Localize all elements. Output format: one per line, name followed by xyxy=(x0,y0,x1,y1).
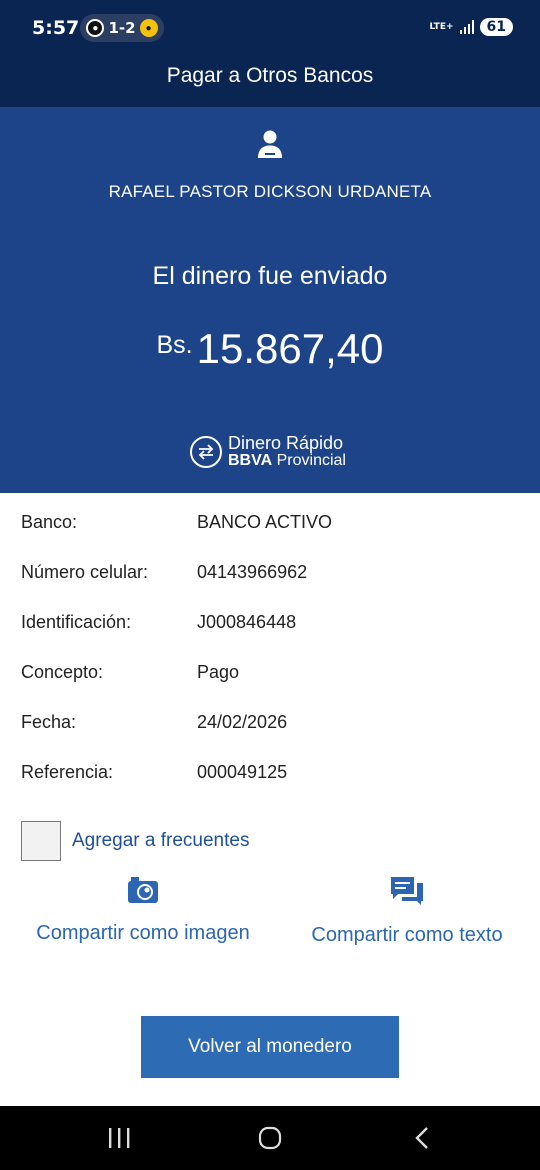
battery-level: 61 xyxy=(479,18,513,36)
detail-row: Concepto: Pago xyxy=(0,643,540,682)
detail-label: Concepto: xyxy=(21,662,104,682)
detail-row: Referencia: 000049125 xyxy=(0,743,540,782)
detail-label: Número celular: xyxy=(21,562,149,582)
detail-value: 000049125 xyxy=(197,762,288,782)
transfer-arrows-icon xyxy=(190,436,222,468)
frequent-checkbox[interactable] xyxy=(21,821,61,861)
back-icon[interactable] xyxy=(410,1124,434,1152)
live-score-notification: ● 1-2 ● xyxy=(80,14,164,42)
detail-label: Fecha: xyxy=(21,712,77,732)
brand-bank-sub: Provincial xyxy=(276,452,346,469)
detail-value: J000846448 xyxy=(197,612,297,632)
page-title: Pagar a Otros Bancos xyxy=(166,64,374,87)
add-to-frequent[interactable]: Agregar a frecuentes xyxy=(21,821,249,861)
app-header: Pagar a Otros Bancos xyxy=(0,56,540,107)
back-to-wallet-button[interactable]: Volver al monedero xyxy=(141,1016,399,1078)
user-icon xyxy=(258,130,282,158)
detail-label: Identificación: xyxy=(21,612,132,632)
camera-icon xyxy=(128,877,158,903)
match-score: 1-2 xyxy=(108,19,136,37)
detail-value: 04143966962 xyxy=(197,562,308,582)
recipient-name: RAFAEL PASTOR DICKSON URDANETA xyxy=(108,182,432,201)
home-icon[interactable] xyxy=(256,1124,284,1152)
recent-apps-icon[interactable] xyxy=(106,1124,132,1152)
currency-label: Bs. xyxy=(156,331,193,359)
detail-label: Banco: xyxy=(21,512,78,532)
detail-row: Número celular: 04143966962 xyxy=(0,543,540,582)
brand-logo: Dinero Rápido BBVA Provincial xyxy=(190,433,346,469)
detail-value: Pago xyxy=(197,662,240,682)
share-as-image-button[interactable]: Compartir como imagen xyxy=(26,876,260,945)
chat-bubbles-icon xyxy=(391,877,423,905)
brand-product-name: Dinero Rápido xyxy=(228,433,344,453)
clock: 5:57 xyxy=(32,17,80,39)
share-as-text-button[interactable]: Compartir como texto xyxy=(300,876,514,947)
detail-value: BANCO ACTIVO xyxy=(197,512,333,532)
status-bar: 5:57 ● 1-2 ● LTE+ 61 xyxy=(0,0,540,56)
share-as-image-label: Compartir como imagen xyxy=(36,922,250,944)
success-message: El dinero fue enviado xyxy=(152,262,388,290)
team-crest-icon: ● xyxy=(139,19,158,37)
brand-bank-name: BBVA xyxy=(228,452,273,469)
signal-icon xyxy=(459,20,474,34)
detail-row: Identificación: J000846448 xyxy=(0,593,540,632)
detail-value: 24/02/2026 xyxy=(197,712,288,732)
detail-label: Referencia: xyxy=(21,762,114,782)
team-crest-icon: ● xyxy=(86,19,105,37)
frequent-label[interactable]: Agregar a frecuentes xyxy=(72,830,249,852)
transfer-summary: RAFAEL PASTOR DICKSON URDANETA El dinero… xyxy=(0,107,540,493)
detail-row: Fecha: 24/02/2026 xyxy=(0,693,540,732)
amount-value: 15.867,40 xyxy=(196,325,384,372)
amount-display: Bs.15.867,40 xyxy=(0,325,540,373)
share-as-text-label: Compartir como texto xyxy=(311,924,503,946)
detail-row: Banco: BANCO ACTIVO xyxy=(0,493,540,532)
system-navigation-bar xyxy=(0,1106,540,1170)
system-indicators: LTE+ 61 xyxy=(429,18,513,36)
network-type: LTE+ xyxy=(429,21,454,32)
